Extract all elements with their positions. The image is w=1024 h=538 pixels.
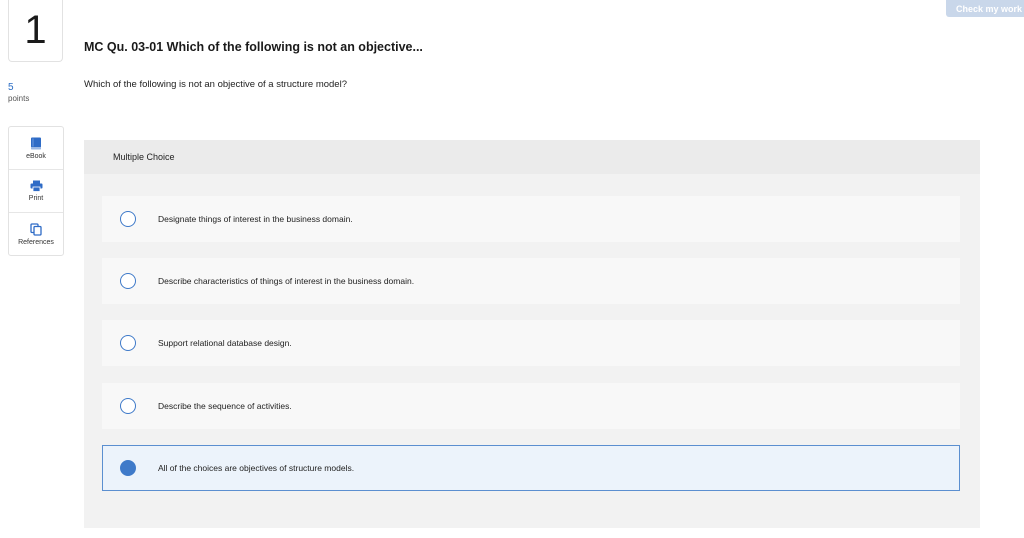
- option-text: Describe characteristics of things of in…: [158, 276, 415, 286]
- radio-button[interactable]: [120, 211, 136, 227]
- copy-icon: [30, 222, 42, 236]
- points-info: 5 points: [8, 82, 29, 103]
- question-title: MC Qu. 03-01 Which of the following is n…: [84, 40, 423, 54]
- radio-button-selected[interactable]: [120, 460, 136, 476]
- answer-option-4[interactable]: Describe the sequence of activities.: [102, 383, 960, 429]
- option-text: Designate things of interest in the busi…: [158, 214, 353, 224]
- references-button[interactable]: References: [9, 213, 63, 255]
- option-text: Support relational database design.: [158, 338, 292, 348]
- ebook-button[interactable]: eBook: [9, 127, 63, 170]
- question-number: 1: [24, 8, 47, 52]
- radio-button[interactable]: [120, 398, 136, 414]
- answer-panel: Multiple Choice Designate things of inte…: [84, 140, 980, 528]
- check-my-work-button[interactable]: Check my work: [946, 0, 1024, 17]
- answer-option-1[interactable]: Designate things of interest in the busi…: [102, 196, 960, 242]
- question-page: 1 5 points eBook Print References MC Qu.…: [0, 0, 1024, 538]
- answer-type-label: Multiple Choice: [84, 140, 980, 174]
- points-label: points: [8, 93, 30, 103]
- radio-button[interactable]: [120, 273, 136, 289]
- print-label: Print: [28, 195, 44, 202]
- answer-option-2[interactable]: Describe characteristics of things of in…: [102, 258, 960, 304]
- question-number-box: 1: [8, 0, 63, 62]
- option-text: Describe the sequence of activities.: [158, 401, 292, 411]
- print-button[interactable]: Print: [9, 170, 63, 213]
- tools-sidebar: eBook Print References: [8, 126, 64, 256]
- references-label: References: [18, 238, 54, 246]
- printer-icon: [30, 180, 42, 192]
- question-prompt: Which of the following is not an objecti…: [84, 79, 347, 90]
- option-text: All of the choices are objectives of str…: [158, 463, 355, 473]
- radio-button[interactable]: [120, 335, 136, 351]
- answer-option-5[interactable]: All of the choices are objectives of str…: [102, 445, 960, 491]
- points-value: 5: [8, 82, 14, 93]
- ebook-label: eBook: [26, 152, 46, 160]
- book-icon: [31, 137, 41, 149]
- answer-option-3[interactable]: Support relational database design.: [102, 320, 960, 366]
